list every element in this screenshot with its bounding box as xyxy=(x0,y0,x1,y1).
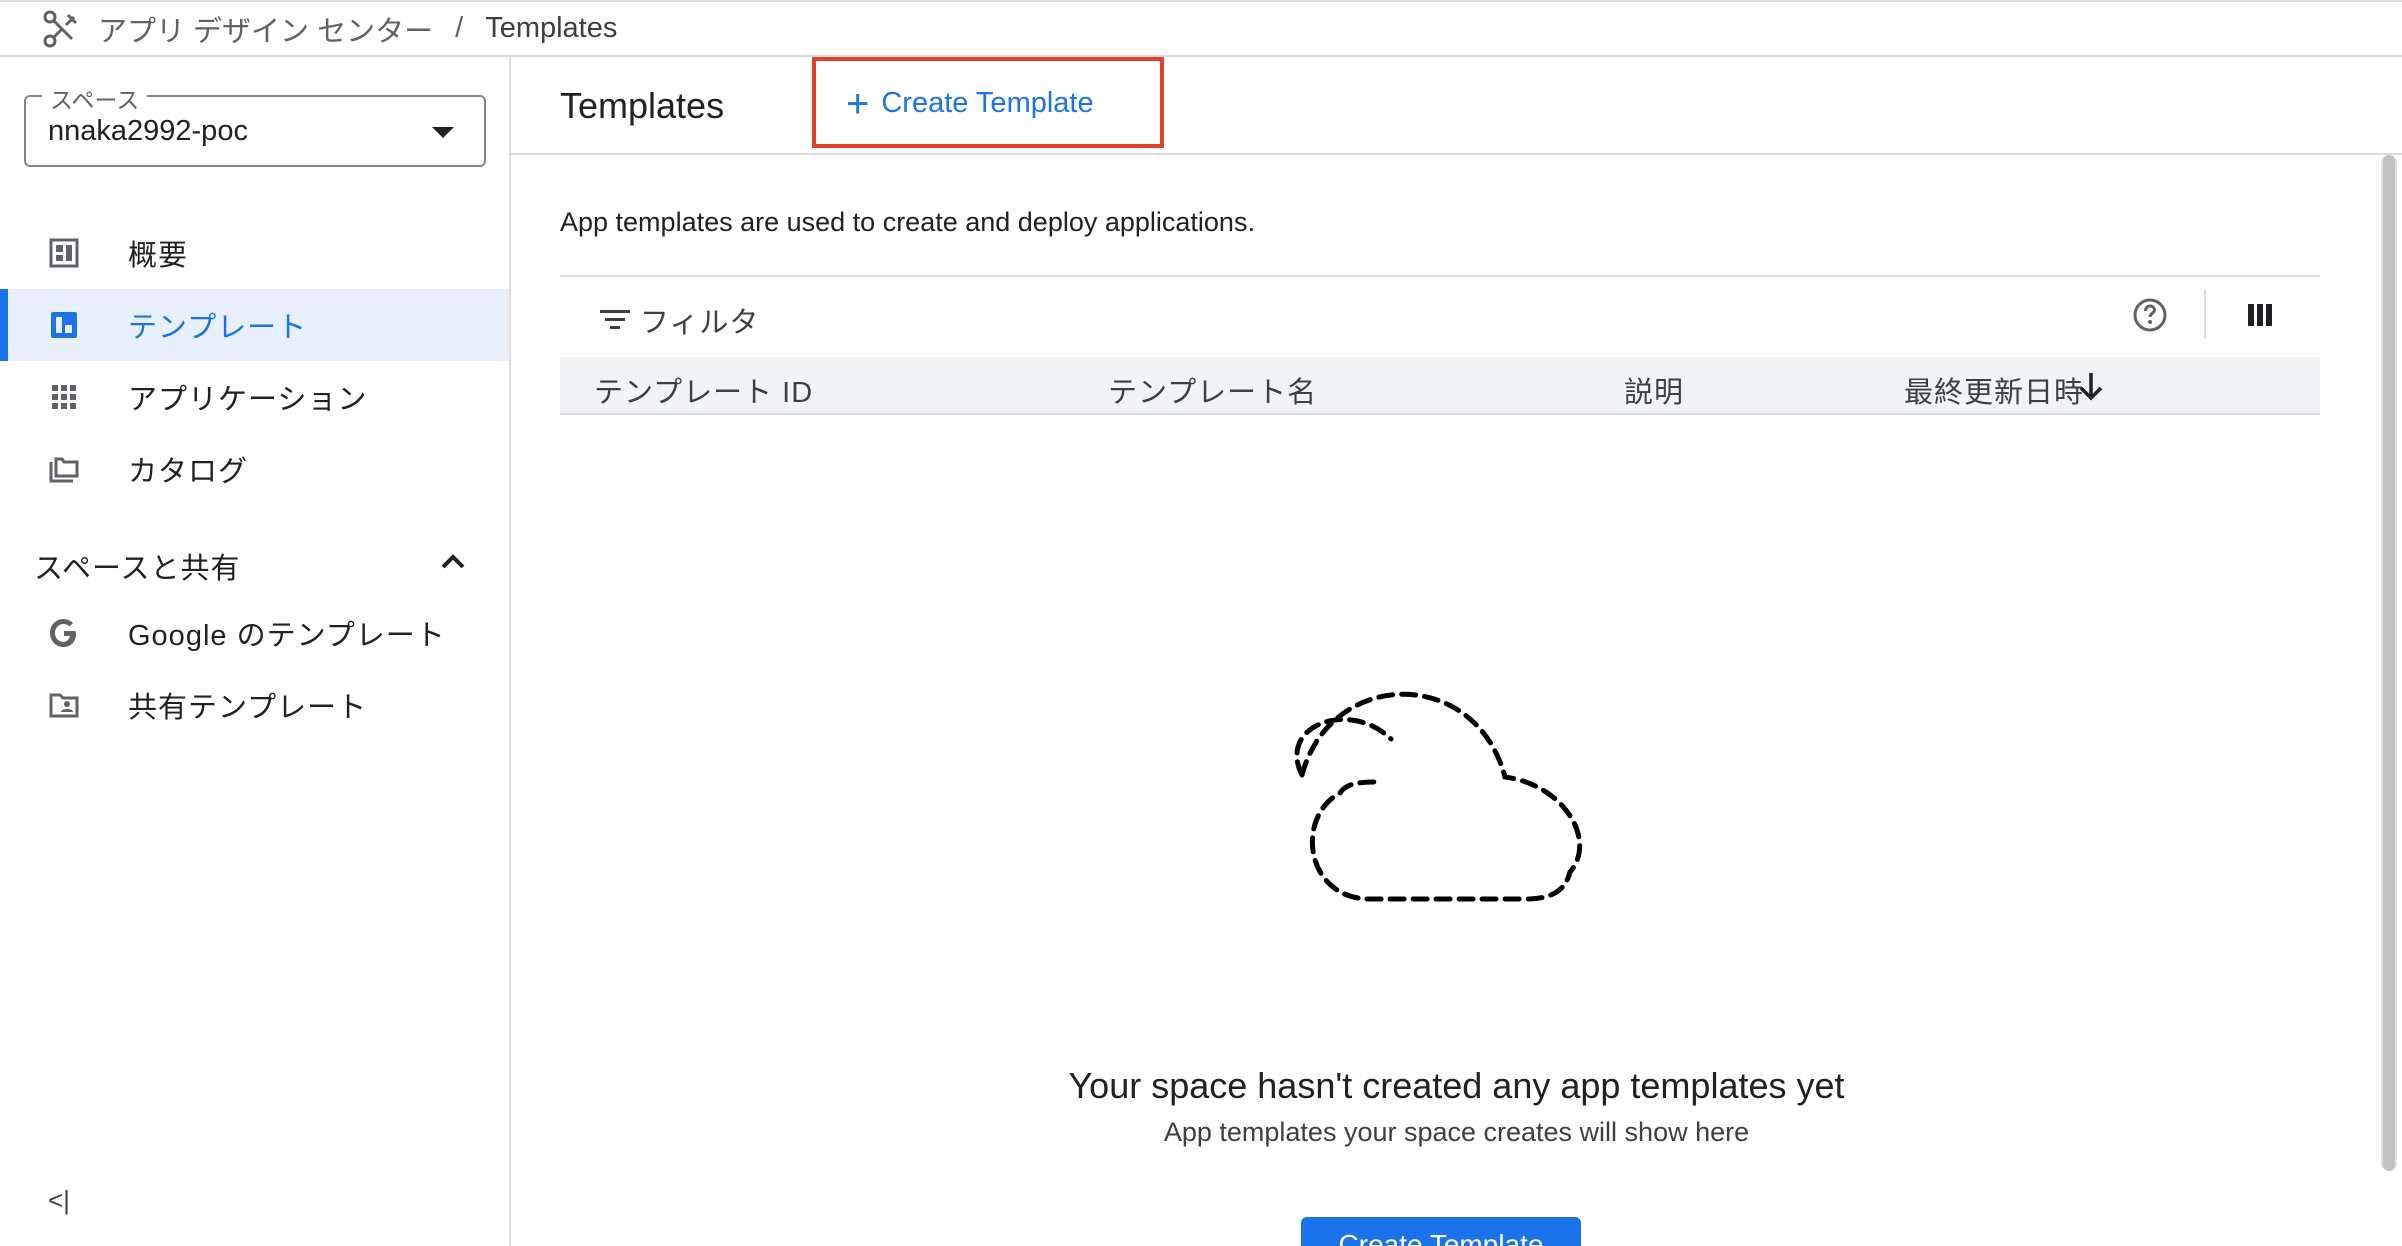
section-spaces-and-shared[interactable]: スペースと共有 xyxy=(0,525,509,597)
catalog-icon xyxy=(49,457,79,483)
sidebar: スペース nnaka2992-poc 概要 テンプレート アプリケーション カタ… xyxy=(0,57,511,1246)
column-header-template-id[interactable]: テンプレート ID xyxy=(594,369,813,411)
sidebar-item-label: 概要 xyxy=(128,240,189,272)
sidebar-item-label: アプリケーション xyxy=(128,384,368,416)
app-design-center-icon[interactable] xyxy=(40,7,84,51)
empty-state-title-text: Your space hasn't created any app templa… xyxy=(1068,1065,1845,1106)
column-display-icon[interactable] xyxy=(2246,301,2274,329)
space-select-label: スペース xyxy=(42,81,148,115)
empty-state-subtitle-text: App templates your space creates will sh… xyxy=(1163,1117,1750,1147)
page-title: Templates xyxy=(560,85,725,126)
apps-grid-icon xyxy=(52,385,76,409)
sort-descending-icon[interactable] xyxy=(2078,371,2104,401)
empty-cloud-illustration xyxy=(1294,691,1583,902)
plus-icon: + xyxy=(846,81,870,126)
templates-table: フィルタ テンプレート ID テンプレート名 説明 最終更新日時 xyxy=(560,275,2320,415)
create-template-link-label: Create Template xyxy=(881,87,1094,119)
sidebar-item-shared-templates[interactable]: 共有テンプレート xyxy=(0,669,509,741)
sidebar-item-catalog[interactable]: カタログ xyxy=(0,433,509,505)
dashboard-icon xyxy=(49,238,79,268)
create-template-link[interactable]: + Create Template xyxy=(846,81,1094,126)
page-description: App templates are used to create and dep… xyxy=(560,207,1255,237)
sidebar-item-google-templates[interactable]: Google のテンプレート xyxy=(0,597,509,669)
sidebar-item-applications[interactable]: アプリケーション xyxy=(0,361,509,433)
filter-button[interactable]: フィルタ xyxy=(600,299,759,341)
sidebar-item-label: テンプレート xyxy=(128,312,308,344)
app-window: アプリ デザイン センター / Templates スペース nnaka2992… xyxy=(0,0,2402,1246)
sidebar-item-label: カタログ xyxy=(128,456,249,488)
space-select[interactable]: スペース nnaka2992-poc xyxy=(24,81,486,167)
create-template-button[interactable]: Create Template xyxy=(1301,1217,1581,1246)
page-header: Templates + Create Template xyxy=(511,57,2402,155)
chevron-up-icon xyxy=(441,554,465,569)
sidebar-item-overview[interactable]: 概要 xyxy=(0,217,509,289)
empty-state-title: Your space hasn't created any app templa… xyxy=(511,1065,2402,1107)
column-header-template-name[interactable]: テンプレート名 xyxy=(1108,369,1317,411)
main-content: Templates + Create Template App template… xyxy=(511,57,2402,1246)
breadcrumb-current: Templates xyxy=(485,12,618,44)
breadcrumb-separator: / xyxy=(455,12,464,44)
filter-label: フィルタ xyxy=(640,307,760,339)
filter-bar: フィルタ xyxy=(560,277,2320,357)
table-header-row: テンプレート ID テンプレート名 説明 最終更新日時 xyxy=(560,357,2320,415)
sidebar-item-label: 共有テンプレート xyxy=(128,692,368,724)
shared-folder-icon xyxy=(49,693,79,718)
filter-icon xyxy=(600,310,630,329)
template-icon xyxy=(51,312,77,338)
collapse-sidebar-button[interactable]: <| xyxy=(48,1185,78,1215)
help-icon[interactable] xyxy=(2132,297,2168,333)
breadcrumb-app-name[interactable]: アプリ デザイン センター xyxy=(98,8,433,50)
vertical-scrollbar[interactable] xyxy=(2381,155,2397,1171)
section-title: スペースと共有 xyxy=(34,553,241,585)
empty-state-subtitle: App templates your space creates will sh… xyxy=(511,1117,2402,1148)
toolbar-divider xyxy=(2204,289,2206,339)
column-header-last-updated[interactable]: 最終更新日時 xyxy=(1904,369,2084,411)
google-icon xyxy=(50,619,76,647)
space-select-value: nnaka2992-poc xyxy=(48,115,248,147)
top-bar: アプリ デザイン センター / Templates xyxy=(0,0,2402,57)
scrollbar-thumb[interactable] xyxy=(2383,155,2395,1171)
column-header-description[interactable]: 説明 xyxy=(1624,369,1684,411)
dropdown-caret-icon xyxy=(432,127,454,138)
sidebar-item-label: Google のテンプレート xyxy=(128,620,446,652)
sidebar-item-templates[interactable]: テンプレート xyxy=(0,289,509,361)
